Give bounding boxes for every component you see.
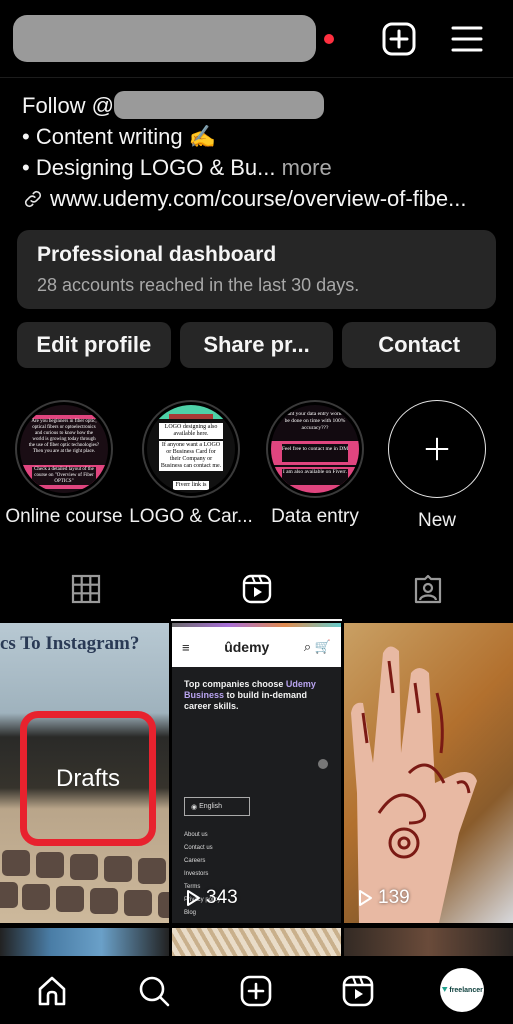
share-profile-button[interactable]: Share pr... bbox=[179, 322, 334, 368]
highlight-cover-text-2: If anyone want a LOGO or Business Card f… bbox=[159, 441, 223, 471]
scroll-dot bbox=[318, 759, 328, 769]
follow-prefix: Follow @ bbox=[22, 93, 115, 118]
highlight-label: Online course bbox=[5, 506, 123, 527]
bio-line-2: • Designing LOGO & Bu... more bbox=[22, 152, 502, 183]
bio-line-2-text: • Designing LOGO & Bu... bbox=[22, 155, 276, 180]
bio-line-1: • Content writing ✍️ bbox=[22, 124, 217, 149]
highlight-data-entry[interactable]: Want your data entry work to be done on … bbox=[253, 400, 377, 528]
language-label: English bbox=[199, 803, 223, 810]
highlight-cover-text-2: Feel free to contact me in DM bbox=[281, 444, 349, 462]
reels-icon bbox=[342, 975, 374, 1007]
bio-link[interactable]: www.udemy.com/course/overview-of-fibe... bbox=[22, 183, 502, 214]
reel-item[interactable] bbox=[172, 928, 341, 956]
edit-profile-button[interactable]: Edit profile bbox=[17, 322, 171, 368]
promo-text: Top companies choose bbox=[184, 679, 286, 689]
highlight-cover: LOGO designing also available here. If a… bbox=[142, 400, 240, 498]
nav-search[interactable] bbox=[134, 971, 174, 1011]
dashboard-title: Professional dashboard bbox=[37, 243, 277, 266]
profile-actions: Edit profile Share pr... Contact bbox=[17, 322, 497, 368]
tab-tagged[interactable] bbox=[342, 555, 513, 622]
highlight-label: LOGO & Car... bbox=[129, 506, 253, 527]
freelancer-logo-icon: ⯆ bbox=[441, 984, 449, 995]
bottom-navigation: ⯆ freelancer bbox=[0, 956, 513, 1024]
tagged-icon bbox=[414, 574, 441, 603]
story-highlights: Are you beginners in fiber optic, optica… bbox=[0, 400, 513, 535]
tab-reels[interactable] bbox=[171, 555, 342, 622]
contact-button[interactable]: Contact bbox=[342, 322, 497, 368]
reels-icon bbox=[242, 574, 271, 603]
professional-dashboard-card[interactable]: Professional dashboard 28 accounts reach… bbox=[17, 230, 496, 309]
play-icon bbox=[359, 890, 372, 906]
udemy-logo: ûdemy bbox=[224, 639, 270, 655]
reels-grid: cs To Instagram? Drafts ≡ ûdemy ⌕ 🛒 Top … bbox=[0, 623, 513, 956]
play-icon bbox=[187, 890, 200, 906]
nav-home[interactable] bbox=[32, 971, 72, 1011]
nav-reels[interactable] bbox=[338, 971, 378, 1011]
new-highlight-ring bbox=[388, 400, 486, 498]
reel-item[interactable] bbox=[344, 928, 513, 956]
menu-button[interactable] bbox=[449, 21, 485, 57]
reel-drafts[interactable]: cs To Instagram? Drafts bbox=[0, 623, 169, 923]
avatar-text: freelancer bbox=[449, 986, 483, 994]
menu-icon: ≡ bbox=[182, 639, 190, 655]
more-link[interactable]: more bbox=[282, 155, 332, 180]
search-icon bbox=[139, 976, 170, 1007]
reel-overlay-title: cs To Instagram? bbox=[0, 633, 140, 654]
follow-handle-redacted[interactable] bbox=[114, 91, 325, 119]
plus-icon bbox=[425, 437, 449, 461]
hamburger-menu-icon bbox=[451, 26, 483, 52]
highlight-cover-text-3: Fiverr link is bbox=[173, 481, 209, 490]
highlight-online-course[interactable]: Are you beginners in fiber optic, optica… bbox=[2, 400, 126, 528]
plus-square-icon bbox=[382, 22, 416, 56]
username-switcher-redacted[interactable] bbox=[13, 15, 316, 62]
top-bar bbox=[0, 0, 513, 78]
link-icon bbox=[24, 190, 42, 207]
drafts-label: Drafts bbox=[55, 764, 120, 792]
search-cart-icons: ⌕ 🛒 bbox=[303, 639, 331, 654]
reel-view-count: 139 bbox=[356, 887, 410, 909]
bio-follow-line: Follow @ bbox=[22, 90, 502, 121]
active-tab-indicator bbox=[171, 619, 342, 621]
home-icon bbox=[38, 976, 66, 1006]
footer-link: Contact us bbox=[184, 845, 213, 851]
highlight-cover: Want your data entry work to be done on … bbox=[266, 400, 364, 498]
highlight-label: New bbox=[417, 510, 456, 531]
create-post-button[interactable] bbox=[381, 21, 417, 57]
highlight-cover: Are you beginners in fiber optic, optica… bbox=[15, 400, 113, 498]
highlight-logo-card[interactable]: LOGO designing also available here. If a… bbox=[129, 400, 253, 528]
footer-link: Careers bbox=[184, 858, 206, 864]
highlight-cover-text-3: I am also available on Fiverr. bbox=[281, 469, 349, 485]
view-count: 139 bbox=[378, 887, 410, 908]
view-count: 343 bbox=[206, 887, 238, 908]
highlight-cover-text-2: Check a detailed layout of the course on… bbox=[32, 467, 96, 485]
create-icon bbox=[240, 975, 272, 1007]
reel-item[interactable]: ≡ ûdemy ⌕ 🛒 Top companies choose Udemy B… bbox=[172, 623, 341, 923]
profile-bio: Content Writer Follow @ • Content writin… bbox=[22, 60, 502, 214]
udemy-promo: Top companies choose Udemy Business to b… bbox=[184, 679, 334, 712]
highlight-cover-text: Want your data entry work to be done on … bbox=[282, 411, 348, 431]
udemy-header: ≡ ûdemy ⌕ 🛒 bbox=[172, 627, 341, 667]
reel-item[interactable]: 139 bbox=[344, 623, 513, 923]
dashboard-subtitle: 28 accounts reached in the last 30 days. bbox=[37, 275, 360, 295]
notification-dot bbox=[324, 34, 334, 44]
grid-icon bbox=[71, 574, 100, 603]
new-highlight-button[interactable]: New bbox=[375, 400, 499, 532]
henna-hand-image bbox=[351, 646, 477, 923]
highlight-cover-text: LOGO designing also available here. bbox=[159, 423, 223, 439]
highlight-cover-text: Are you beginners in fiber optic, optica… bbox=[28, 419, 100, 454]
footer-link: Investors bbox=[184, 871, 209, 877]
nav-profile-avatar[interactable]: ⯆ freelancer bbox=[440, 968, 484, 1012]
language-selector: ◉ English bbox=[184, 797, 250, 816]
highlight-label: Data entry bbox=[271, 506, 359, 527]
reel-view-count: 343 bbox=[184, 887, 238, 909]
keyboard-image bbox=[0, 848, 169, 923]
tab-posts[interactable] bbox=[0, 555, 171, 622]
profile-tabs bbox=[0, 555, 513, 622]
bio-link-text: www.udemy.com/course/overview-of-fibe... bbox=[50, 186, 467, 211]
reel-item[interactable] bbox=[0, 928, 169, 956]
footer-link: About us bbox=[184, 832, 208, 838]
drafts-highlight-box: Drafts bbox=[20, 711, 156, 846]
nav-create[interactable] bbox=[236, 971, 276, 1011]
